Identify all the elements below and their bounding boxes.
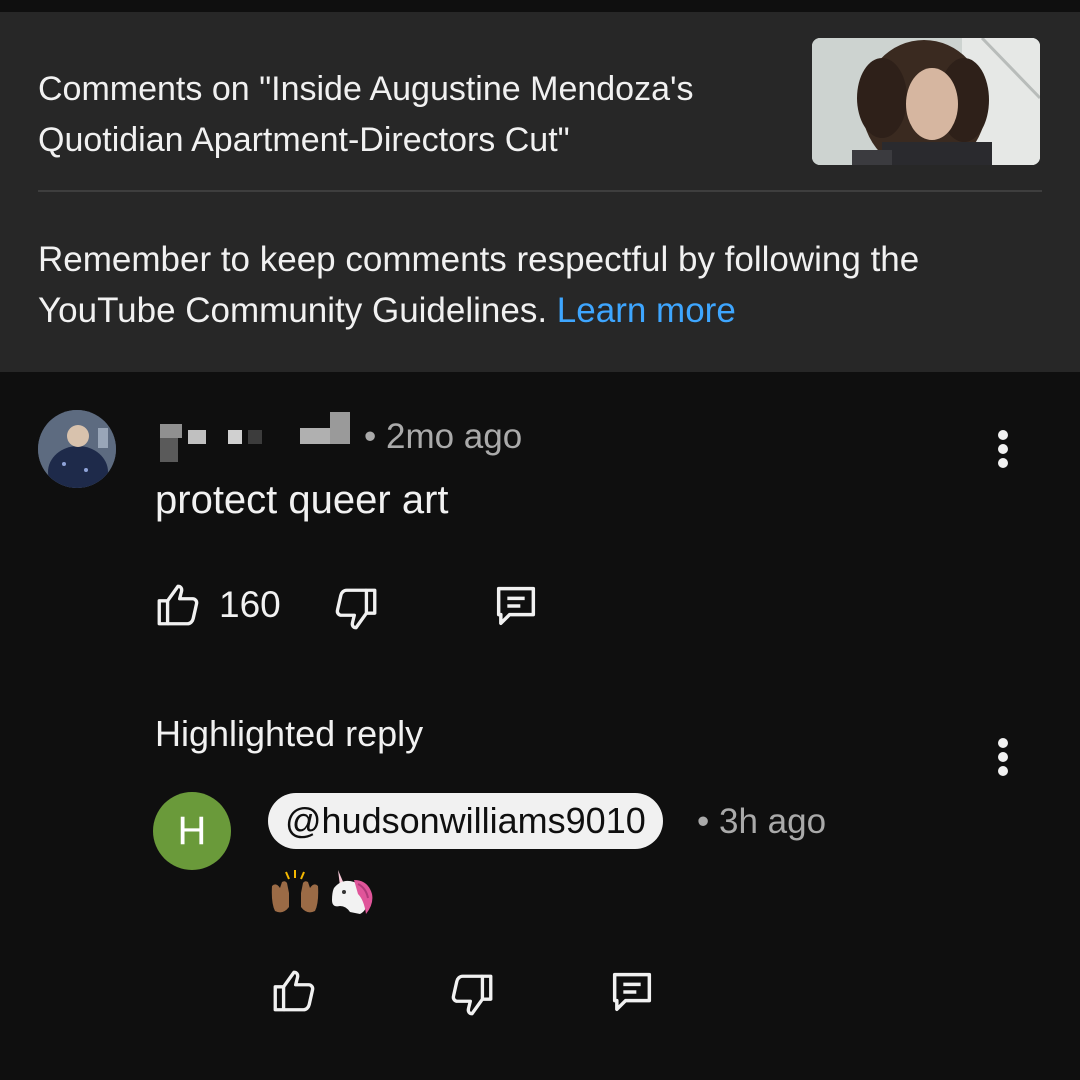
- reply-avatar[interactable]: H: [153, 792, 231, 870]
- more-dot: [998, 430, 1008, 440]
- dislike-icon[interactable]: [330, 584, 382, 634]
- video-thumbnail[interactable]: [812, 38, 1040, 165]
- comment-timestamp: • 2mo ago: [364, 417, 523, 456]
- reply-more-button[interactable]: [996, 736, 1010, 796]
- reply-icon[interactable]: [488, 580, 544, 632]
- raising-hands-icon: [271, 870, 319, 913]
- comments-header: Comments on "Inside Augustine Mendoza's …: [0, 12, 1080, 372]
- video-thumbnail-image: [812, 38, 1040, 165]
- more-dot: [998, 766, 1008, 776]
- like-icon[interactable]: [152, 580, 204, 630]
- more-dot: [998, 738, 1008, 748]
- more-dot: [998, 444, 1008, 454]
- like-count: 160: [219, 584, 281, 625]
- more-dot: [998, 458, 1008, 468]
- guidelines-notice: Remember to keep comments respectful by …: [38, 234, 1038, 336]
- top-strip: [0, 0, 1080, 12]
- reply-author-handle[interactable]: @hudsonwilliams9010: [268, 793, 663, 849]
- reply-reply-icon[interactable]: [604, 966, 660, 1018]
- learn-more-link[interactable]: Learn more: [557, 291, 736, 330]
- reply-like-icon[interactable]: [268, 966, 320, 1016]
- highlighted-reply-label: Highlighted reply: [155, 713, 424, 754]
- avatar[interactable]: [38, 410, 116, 488]
- comment-more-button[interactable]: [996, 428, 1010, 488]
- avatar-image: [38, 410, 116, 488]
- header-divider: [38, 190, 1042, 192]
- guidelines-text: Remember to keep comments respectful by …: [38, 240, 920, 330]
- reply-timestamp: • 3h ago: [697, 802, 827, 841]
- comment-text: protect queer art: [155, 478, 449, 522]
- reply-dislike-icon[interactable]: [446, 970, 498, 1020]
- more-dot: [998, 752, 1008, 762]
- comments-title: Comments on "Inside Augustine Mendoza's …: [38, 70, 694, 159]
- unicorn-icon: [332, 870, 373, 914]
